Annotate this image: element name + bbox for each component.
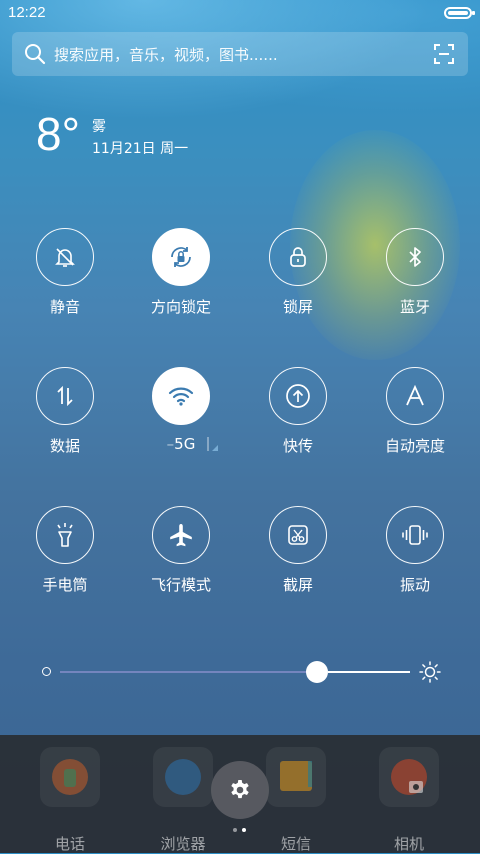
toggle-label: 自动亮度 bbox=[384, 437, 445, 455]
toggle-screenshot[interactable]: 截屏 bbox=[248, 506, 348, 606]
toggle-auto-brightness[interactable]: 自动亮度 bbox=[365, 367, 465, 467]
data-arrows-icon bbox=[57, 385, 73, 407]
screenshot-icon bbox=[288, 525, 308, 545]
battery-icon bbox=[444, 7, 475, 19]
toggle-lock-screen[interactable]: 锁屏 bbox=[248, 228, 348, 328]
brightness-track-filled[interactable] bbox=[60, 671, 316, 673]
toggle-label: 静音 bbox=[49, 298, 80, 316]
wifi-icon bbox=[168, 387, 194, 406]
toggle-circle[interactable] bbox=[269, 506, 327, 564]
weather-date: 11月21日 周一 bbox=[92, 141, 189, 157]
toggle-quick-share[interactable]: 快传 bbox=[248, 367, 348, 467]
dock-app-phone[interactable]: 电话 bbox=[20, 747, 120, 853]
toggle-data[interactable]: 数据 bbox=[15, 367, 115, 467]
messages-app-icon bbox=[266, 747, 326, 807]
page-dot-active bbox=[242, 828, 246, 832]
toggle-label: 锁屏 bbox=[282, 298, 313, 316]
toggle-mute[interactable]: 静音 bbox=[15, 228, 115, 328]
toggle-vibrate[interactable]: 振动 bbox=[365, 506, 465, 606]
dock-app-label: 电话 bbox=[54, 835, 85, 853]
rotation-lock-icon bbox=[171, 247, 191, 267]
page-dot bbox=[233, 828, 237, 832]
dock-app-label: 相机 bbox=[393, 835, 424, 853]
bell-off-icon bbox=[55, 248, 75, 267]
toggle-circle[interactable] bbox=[152, 228, 210, 286]
toggle-label: –5G bbox=[131, 435, 231, 453]
dock-app-camera[interactable]: 相机 bbox=[359, 747, 459, 853]
signal-icon bbox=[207, 437, 219, 455]
brightness-slider[interactable] bbox=[40, 658, 441, 686]
browser-app-icon bbox=[153, 747, 213, 807]
toggle-airplane-mode[interactable]: 飞行模式 bbox=[131, 506, 231, 606]
toggle-circle[interactable] bbox=[269, 228, 327, 286]
wifi-ssid: 5G bbox=[174, 435, 196, 453]
status-time: 12:22 bbox=[8, 4, 46, 21]
page-indicator bbox=[233, 828, 249, 834]
toggle-label: 方向锁定 bbox=[150, 298, 211, 316]
settings-button[interactable] bbox=[211, 761, 269, 819]
toggle-circle[interactable] bbox=[152, 506, 210, 564]
flashlight-icon bbox=[57, 523, 73, 547]
brightness-thumb[interactable] bbox=[306, 661, 328, 683]
toggle-circle[interactable] bbox=[386, 228, 444, 286]
toggle-label: 振动 bbox=[399, 576, 430, 594]
camera-app-icon bbox=[379, 747, 439, 807]
toggle-rotation-lock[interactable]: 方向锁定 bbox=[131, 228, 231, 328]
toggle-flashlight[interactable]: 手电筒 bbox=[15, 506, 115, 606]
vibrate-icon bbox=[402, 525, 428, 545]
search-icon bbox=[25, 44, 46, 65]
toggle-label: 飞行模式 bbox=[150, 576, 211, 594]
toggle-label: 手电筒 bbox=[42, 576, 88, 594]
search-placeholder: 搜索应用，音乐，视频，图书...... bbox=[54, 46, 278, 64]
toggle-bluetooth[interactable]: 蓝牙 bbox=[365, 228, 465, 328]
auto-brightness-icon bbox=[406, 385, 424, 406]
brightness-high-icon bbox=[419, 661, 441, 683]
toggle-circle[interactable] bbox=[36, 506, 94, 564]
toggle-label: 快传 bbox=[282, 437, 313, 455]
dock-app-label: 短信 bbox=[280, 835, 311, 853]
toggle-circle[interactable] bbox=[269, 367, 327, 425]
scan-icon[interactable] bbox=[434, 44, 454, 64]
status-bar: 12:22 bbox=[0, 0, 480, 26]
airplane-icon bbox=[170, 524, 192, 547]
dock-app-label: 浏览器 bbox=[160, 835, 206, 853]
gear-icon bbox=[231, 780, 249, 799]
toggle-circle[interactable] bbox=[152, 367, 210, 425]
search-bar[interactable]: 搜索应用，音乐，视频，图书...... bbox=[12, 32, 468, 76]
brightness-track-rest[interactable] bbox=[328, 671, 410, 673]
upload-icon bbox=[286, 384, 310, 408]
toggle-label: 数据 bbox=[49, 437, 80, 455]
brightness-low-icon bbox=[42, 667, 51, 676]
toggle-circle[interactable] bbox=[386, 506, 444, 564]
bluetooth-icon bbox=[409, 247, 421, 267]
label-fade-left: – bbox=[166, 435, 175, 453]
toggle-circle[interactable] bbox=[36, 228, 94, 286]
toggle-label: 截屏 bbox=[282, 576, 313, 594]
toggle-wifi[interactable]: –5G bbox=[131, 367, 231, 467]
weather-temperature: 8° bbox=[36, 108, 80, 160]
weather-condition: 雾 bbox=[92, 119, 106, 135]
phone-app-icon bbox=[40, 747, 100, 807]
toggle-label: 蓝牙 bbox=[399, 298, 430, 316]
toggle-circle[interactable] bbox=[386, 367, 444, 425]
toggle-circle[interactable] bbox=[36, 367, 94, 425]
lock-icon bbox=[290, 247, 306, 267]
